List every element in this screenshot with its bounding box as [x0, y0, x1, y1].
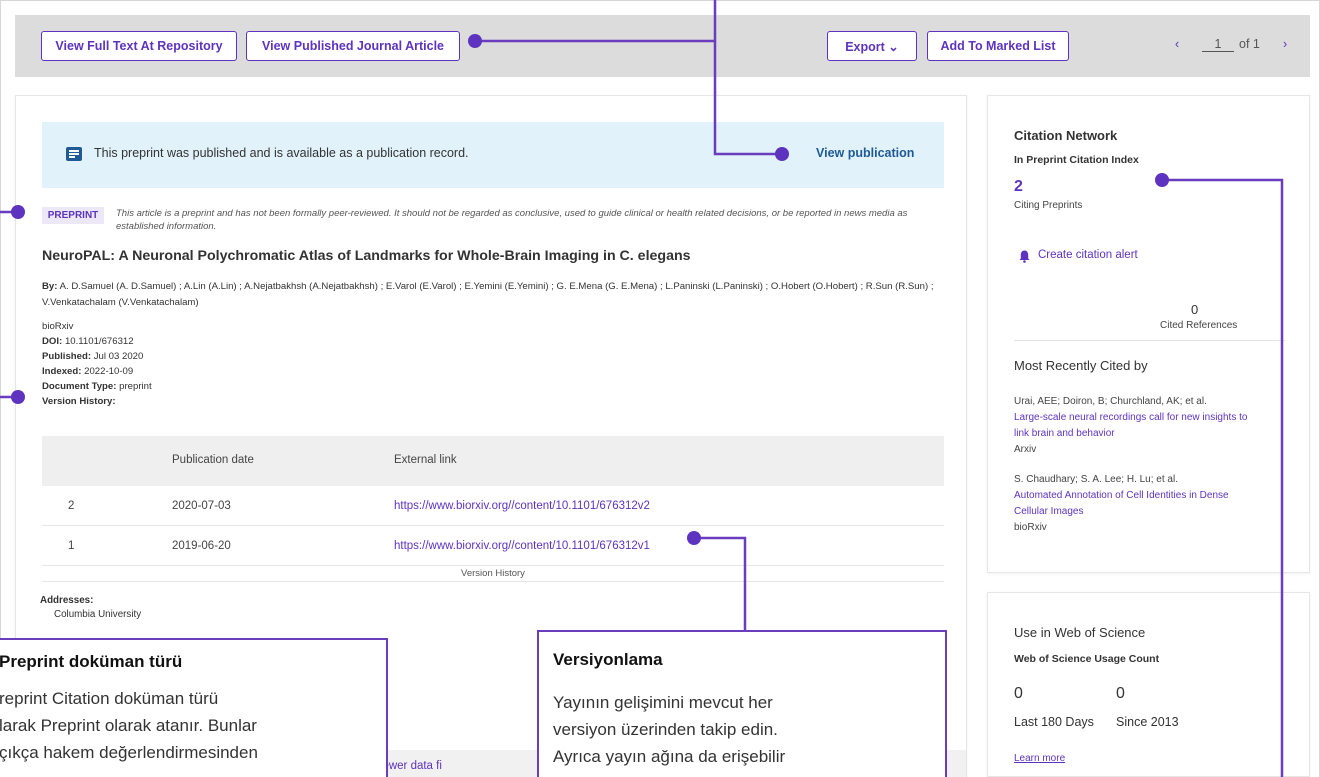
callout-line: versiyon üzerinden takip edin. [553, 720, 778, 739]
version-date: 2019-06-20 [172, 540, 231, 552]
doi-row: DOI: 10.1101/676312 [42, 335, 134, 349]
callout-line: Ayrıca yayın ağına da erişebilir [553, 747, 786, 766]
versioning-callout: Versiyonlama Yayının gelişimini mevcut h… [537, 630, 947, 777]
author-list[interactable]: A. D.Samuel (A. D.Samuel) ; A.Lin (A.Lin… [42, 281, 934, 308]
cited-refs-count[interactable]: 0 [1191, 302, 1198, 317]
cited-by-title[interactable]: Large-scale neural recordings call for n… [1014, 412, 1247, 423]
cited-by-source: Arxiv [1014, 444, 1037, 455]
addresses-label: Addresses: [40, 595, 94, 606]
source: bioRxiv [42, 321, 74, 332]
callout-title: Versiyonlama [553, 650, 663, 669]
doctype-value: preprint [119, 381, 152, 392]
export-button[interactable]: Export ⌄ [827, 31, 917, 61]
version-table: Publication date External link 2 2020-07… [42, 436, 944, 584]
publication-banner: This preprint was published and is avail… [42, 122, 944, 188]
learn-more-link[interactable]: Learn more [1014, 753, 1065, 764]
page-number-input[interactable]: 1 [1202, 37, 1234, 52]
callout-line: larak Preprint olarak atanır. Bunlar [0, 716, 257, 735]
page-total: of 1 [1239, 37, 1260, 51]
last180-count: 0 [1014, 685, 1023, 702]
version-link[interactable]: https://www.biorxiv.org//content/10.1101… [394, 540, 650, 552]
callout-line: Yayının gelişimini mevcut her [553, 693, 773, 712]
indexed-row: Indexed: 2022-10-09 [42, 365, 133, 379]
citing-count[interactable]: 2 [1014, 178, 1023, 196]
toolbar: View Full Text At Repository View Publis… [15, 15, 1310, 77]
preprint-note: This article is a preprint and has not b… [116, 208, 908, 232]
by-label: By: [42, 281, 58, 292]
cited-by-title[interactable]: Automated Annotation of Cell Identities … [1014, 490, 1229, 501]
version-date: 2020-07-03 [172, 500, 231, 512]
indexed-label: Indexed: [42, 366, 82, 377]
next-page-icon[interactable]: › [1283, 37, 1287, 51]
version-number: 1 [68, 540, 75, 552]
version-link[interactable]: https://www.biorxiv.org//content/10.1101… [394, 500, 650, 512]
since2013-count: 0 [1116, 685, 1125, 702]
usage-sub: Web of Science Usage Count [1014, 653, 1160, 665]
table-row: 1 2019-06-20 https://www.biorxiv.org//co… [42, 526, 944, 566]
create-citation-alert-link[interactable]: Create citation alert [1038, 249, 1138, 261]
preprint-callout: Preprint doküman türü reprint Citation d… [0, 638, 388, 777]
doi-label: DOI: [42, 336, 63, 347]
view-full-text-button[interactable]: View Full Text At Repository [41, 31, 237, 61]
table-row: 2 2020-07-03 https://www.biorxiv.org//co… [42, 486, 944, 526]
recently-cited-heading: Most Recently Cited by [1014, 358, 1148, 373]
bell-icon [1019, 250, 1030, 263]
cited-refs-label: Cited References [1160, 320, 1238, 331]
view-publication-link[interactable]: View publication [816, 146, 914, 160]
indexed-value: 2022-10-09 [84, 366, 134, 377]
callout-line: çıkça hakem değerlendirmesinden [0, 743, 258, 762]
since2013-label: Since 2013 [1116, 715, 1179, 729]
published-value: Jul 03 2020 [93, 351, 144, 362]
citation-heading: Citation Network [1014, 128, 1118, 143]
prev-page-icon[interactable]: ‹ [1175, 37, 1179, 51]
doctype-row: Document Type: preprint [42, 380, 152, 394]
cited-by-authors: Urai, AEE; Doiron, B; Churchland, AK; et… [1014, 396, 1207, 407]
cited-by-title-cont[interactable]: Cellular Images [1014, 506, 1083, 517]
cited-by-title-cont[interactable]: link brain and behavior [1014, 428, 1115, 439]
view-published-article-button[interactable]: View Published Journal Article [246, 31, 460, 61]
addresses: Addresses: Columbia University [40, 594, 141, 622]
cited-by-source: bioRxiv [1014, 522, 1047, 533]
usage-panel: Use in Web of Science Web of Science Usa… [987, 592, 1310, 777]
citation-index: In Preprint Citation Index [1014, 154, 1139, 166]
banner-text: This preprint was published and is avail… [94, 146, 469, 160]
table-caption: Version History [42, 568, 944, 582]
record-title: NeuroPAL: A Neuronal Polychromatic Atlas… [42, 248, 691, 264]
divider [1014, 340, 1285, 341]
citing-label: Citing Preprints [1014, 200, 1083, 211]
address-value: Columbia University [54, 609, 142, 620]
published-row: Published: Jul 03 2020 [42, 350, 143, 364]
last180-label: Last 180 Days [1014, 715, 1094, 729]
doctype-label: Document Type: [42, 381, 117, 392]
table-header: Publication date External link [42, 436, 944, 486]
version-number: 2 [68, 500, 75, 512]
usage-heading: Use in Web of Science [1014, 625, 1146, 640]
authors: By: A. D.Samuel (A. D.Samuel) ; A.Lin (A… [42, 279, 957, 311]
add-to-marked-list-button[interactable]: Add To Marked List [927, 31, 1069, 61]
col-publication-date: Publication date [172, 454, 254, 466]
version-history-label: Version History: [42, 396, 116, 407]
cited-by-authors: S. Chaudhary; S. A. Lee; H. Lu; et al. [1014, 474, 1178, 485]
pagination: ‹ 1 of 1 › [1167, 37, 1302, 57]
preprint-badge: PREPRINT [42, 207, 104, 224]
message-icon [66, 147, 82, 161]
col-external-link: External link [394, 454, 457, 466]
callout-title: Preprint doküman türü [0, 652, 183, 671]
doi-value: 10.1101/676312 [64, 336, 134, 347]
callout-line: reprint Citation doküman türü [0, 689, 219, 708]
published-label: Published: [42, 351, 92, 362]
citation-network-panel: Citation Network In Preprint Citation In… [987, 95, 1310, 573]
